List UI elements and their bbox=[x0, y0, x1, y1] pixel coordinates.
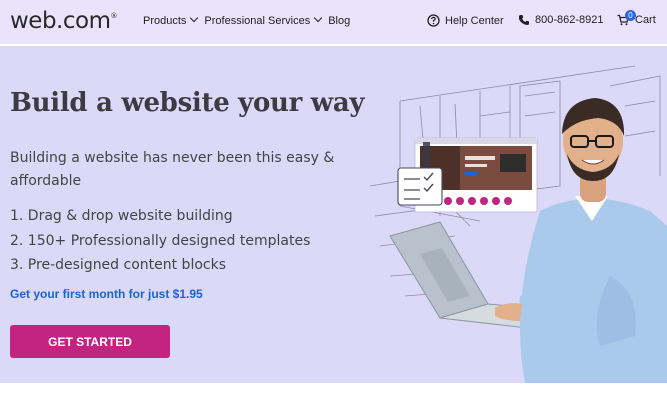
cart-label: Cart bbox=[635, 14, 656, 26]
checklist-card bbox=[397, 167, 443, 206]
hero-section: Build a website your way Building a webs… bbox=[0, 46, 667, 383]
get-started-button[interactable]: GET STARTED bbox=[10, 325, 170, 358]
list-item: 1. Drag & drop website building bbox=[10, 208, 233, 224]
logo[interactable]: web.com® bbox=[10, 8, 117, 34]
nav-blog[interactable]: Blog bbox=[328, 15, 350, 27]
hero-illustration bbox=[369, 65, 667, 383]
nav-services-label: Professional Services bbox=[204, 15, 311, 27]
hero-subtitle: Building a website has never been this e… bbox=[10, 150, 335, 189]
cart-count-badge: 0 bbox=[625, 10, 636, 21]
chevron-down-icon bbox=[313, 13, 323, 23]
offer-text: Get your first month for just $1.95 bbox=[10, 287, 203, 301]
logo-text: web.com bbox=[10, 8, 111, 34]
cart-link[interactable]: 0 Cart bbox=[617, 10, 656, 26]
list-item: 2. 150+ Professionally designed template… bbox=[10, 232, 311, 249]
nav-products[interactable]: Products bbox=[143, 13, 199, 27]
help-center-link[interactable]: Help Center bbox=[427, 14, 504, 27]
nav-links: Products Professional Services Blog bbox=[143, 13, 350, 27]
top-nav: web.com® Products Professional Services … bbox=[0, 0, 667, 44]
logo-mark: ® bbox=[110, 12, 118, 20]
chevron-down-icon bbox=[190, 13, 199, 23]
nav-services[interactable]: Professional Services bbox=[204, 13, 323, 27]
question-icon bbox=[427, 14, 440, 27]
help-center-label: Help Center bbox=[445, 14, 504, 27]
phone-icon bbox=[518, 15, 529, 25]
phone-number: 800-862-8921 bbox=[535, 14, 604, 26]
phone-link[interactable]: 800-862-8921 bbox=[518, 14, 604, 26]
cart-icon-wrap: 0 bbox=[617, 10, 636, 26]
nav-products-label: Products bbox=[143, 15, 187, 27]
hero-title: Build a website your way bbox=[10, 88, 365, 118]
list-item: 3. Pre-designed content blocks bbox=[10, 257, 227, 273]
feature-list: 1. Drag & drop website building 2. 150+ … bbox=[10, 204, 310, 278]
